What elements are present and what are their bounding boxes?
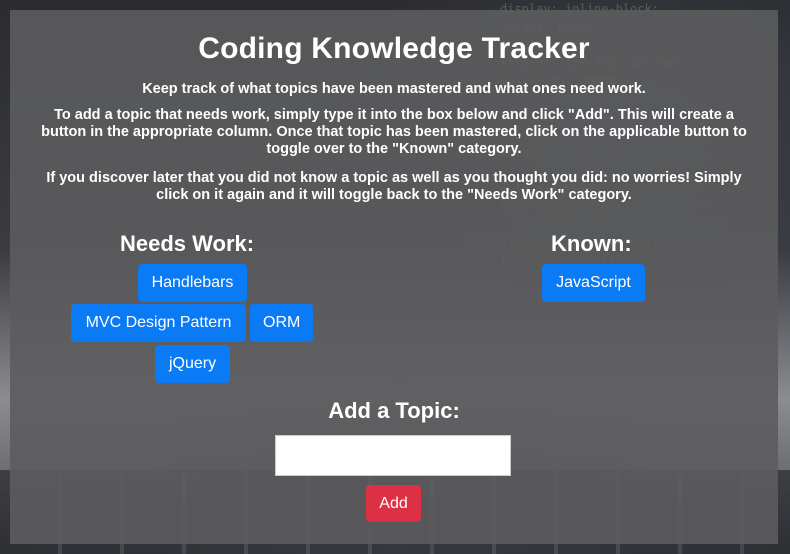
topic-button-orm[interactable]: ORM bbox=[250, 304, 313, 342]
known-heading: Known: bbox=[551, 231, 632, 256]
topic-button-handlebars[interactable]: Handlebars bbox=[138, 264, 247, 302]
topic-input[interactable] bbox=[275, 435, 511, 476]
intro-add-instructions: To add a topic that needs work, simply t… bbox=[41, 107, 747, 157]
needs-work-heading: Needs Work: bbox=[120, 231, 255, 256]
topic-button-mvc-design-pattern[interactable]: MVC Design Pattern bbox=[71, 304, 246, 342]
page-title: Coding Knowledge Tracker bbox=[198, 32, 590, 65]
intro-summary: Keep track of what topics have been mast… bbox=[142, 81, 646, 97]
topic-button-jquery[interactable]: jQuery bbox=[155, 345, 230, 383]
topic-button-javascript[interactable]: JavaScript bbox=[542, 264, 645, 302]
intro-toggle-instructions: If you discover later that you did not k… bbox=[46, 170, 742, 203]
tracker-panel: Coding Knowledge Tracker Keep track of w… bbox=[10, 10, 778, 544]
add-button[interactable]: Add bbox=[366, 485, 421, 522]
add-topic-heading: Add a Topic: bbox=[328, 398, 460, 423]
